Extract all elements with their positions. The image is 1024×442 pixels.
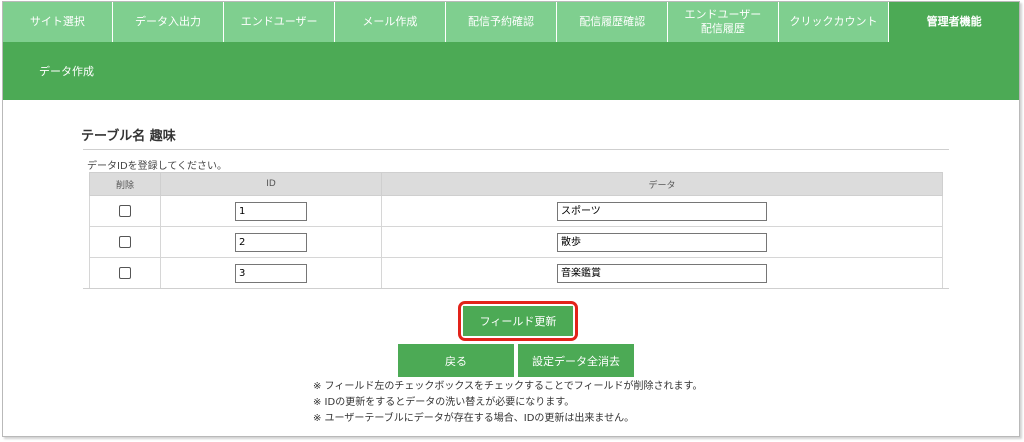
tab-data-io[interactable]: データ入出力 — [112, 2, 225, 42]
clear-all-button[interactable]: 設定データ全消去 — [518, 344, 634, 377]
tab-site-select[interactable]: サイト選択 — [3, 2, 113, 42]
table-row: 1 スポーツ — [89, 195, 943, 227]
note-user-table: ※ ユーザーテーブルにデータが存在する場合、IDの更新は出来ません。 — [313, 413, 635, 424]
delete-cell — [89, 226, 161, 258]
data-cell: 音楽鑑賞 — [381, 257, 943, 289]
tab-mail-create[interactable]: メール作成 — [335, 2, 446, 42]
header-id: ID — [160, 172, 382, 196]
tab-click-count[interactable]: クリックカウント — [778, 2, 890, 42]
table-header-row: 削除 ID データ — [89, 172, 943, 196]
field-table: 削除 ID データ 1 スポーツ 2 散歩 3 音楽鑑賞 — [89, 172, 943, 289]
app-window: サイト選択 データ入出力 エンドユーザー メール作成 配信予約確認 配信履歴確認… — [2, 1, 1020, 437]
back-button[interactable]: 戻る — [398, 344, 514, 377]
data-input[interactable]: スポーツ — [557, 201, 767, 221]
tab-delivery-history[interactable]: 配信履歴確認 — [557, 2, 669, 42]
page-banner: データ作成 — [3, 42, 1019, 100]
id-input[interactable]: 2 — [235, 232, 307, 252]
id-input[interactable]: 1 — [235, 201, 307, 221]
tab-end-user[interactable]: エンドユーザー — [224, 2, 336, 42]
instruction-text: データIDを登録してください。 — [87, 161, 228, 172]
table-row: 3 音楽鑑賞 — [89, 257, 943, 289]
tab-delivery-schedule[interactable]: 配信予約確認 — [445, 2, 558, 42]
tab-end-user-delivery-history[interactable]: エンドユーザー 配信履歴 — [668, 2, 779, 42]
table-name-heading: テーブル名 趣味 — [81, 129, 176, 144]
id-input[interactable]: 3 — [235, 263, 307, 283]
highlight-box — [458, 301, 578, 341]
table-row: 2 散歩 — [89, 226, 943, 258]
data-input[interactable]: 散歩 — [557, 232, 767, 252]
data-input[interactable]: 音楽鑑賞 — [557, 263, 767, 283]
id-cell: 1 — [160, 195, 382, 227]
divider — [83, 288, 949, 289]
note-id-update: ※ IDの更新をするとデータの洗い替えが必要になります。 — [313, 397, 575, 408]
divider — [83, 149, 949, 150]
delete-checkbox[interactable] — [119, 236, 131, 248]
tab-admin[interactable]: 管理者機能 — [889, 2, 1019, 42]
notes: ※ フィールド左のチェックボックスをチェックすることでフィールドが削除されます。… — [313, 379, 703, 427]
header-data: データ — [381, 172, 943, 196]
delete-cell — [89, 257, 161, 289]
delete-checkbox[interactable] — [119, 267, 131, 279]
data-cell: スポーツ — [381, 195, 943, 227]
top-nav: サイト選択 データ入出力 エンドユーザー メール作成 配信予約確認 配信履歴確認… — [3, 2, 1019, 42]
header-delete: 削除 — [89, 172, 161, 196]
data-cell: 散歩 — [381, 226, 943, 258]
note-delete: ※ フィールド左のチェックボックスをチェックすることでフィールドが削除されます。 — [313, 381, 703, 392]
delete-checkbox[interactable] — [119, 205, 131, 217]
delete-cell — [89, 195, 161, 227]
page-title: データ作成 — [39, 65, 94, 78]
id-cell: 2 — [160, 226, 382, 258]
id-cell: 3 — [160, 257, 382, 289]
